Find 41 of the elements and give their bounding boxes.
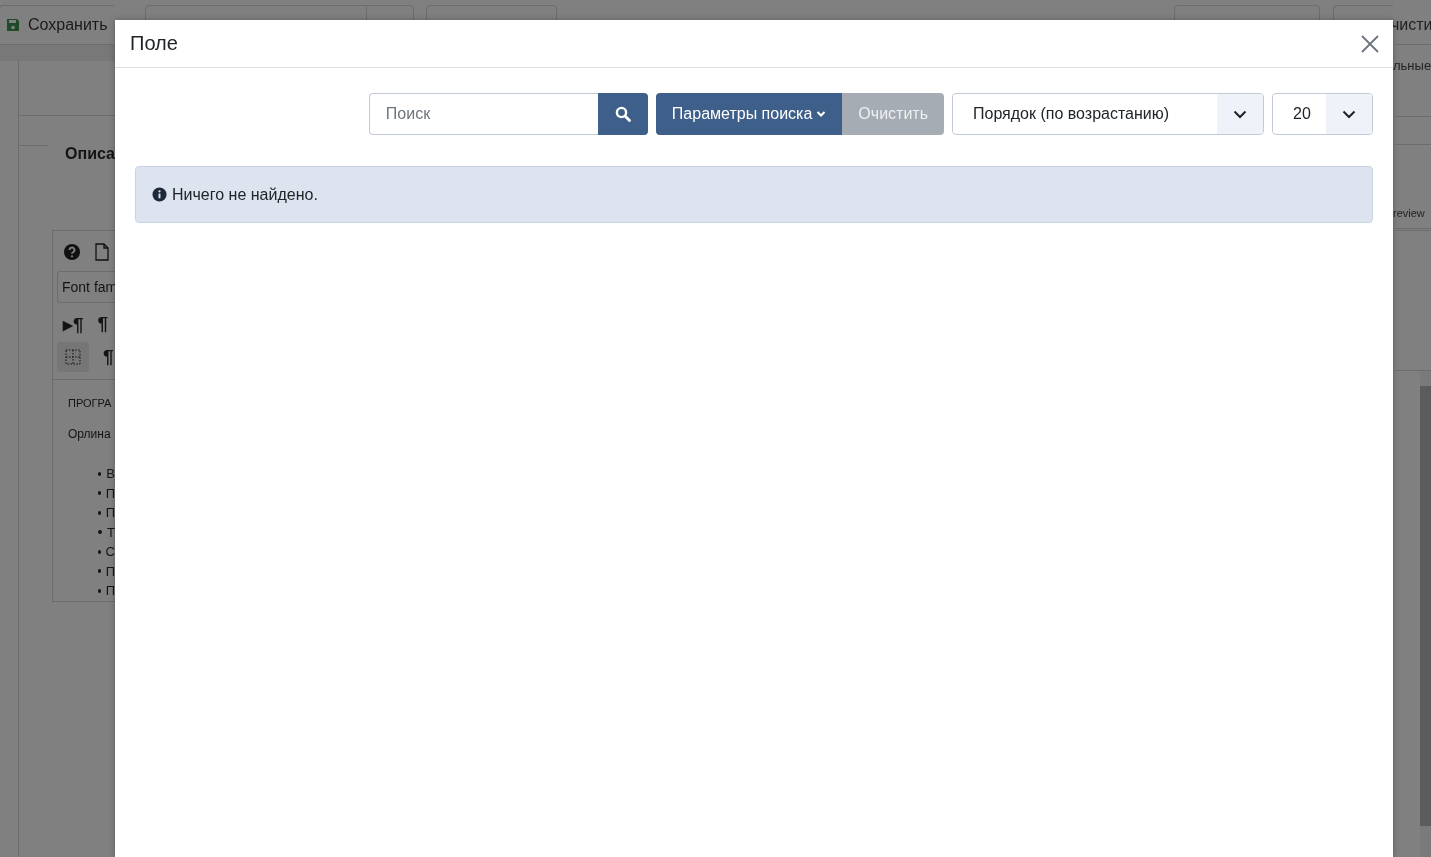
paragraph-direction-button[interactable]: ¶ (97, 313, 109, 335)
paragraph-direction-button[interactable]: ▸¶ (63, 312, 84, 336)
tab-label[interactable]: льные (1393, 58, 1431, 73)
alert-message: Ничего не найдено. (172, 185, 318, 204)
bullet (98, 471, 102, 476)
chevron-down-icon (1233, 109, 1247, 119)
list-item-text: П (105, 563, 115, 579)
table-icon (65, 349, 81, 365)
list-item-text: С (105, 544, 115, 560)
bullet (98, 588, 101, 593)
editor-paragraph: Орлина (68, 427, 112, 441)
close-icon[interactable] (1361, 34, 1379, 53)
list-item-text: П (105, 505, 115, 521)
section-legend: Описа (65, 145, 115, 163)
chevron-down-icon (1342, 109, 1356, 119)
editor-paragraph: ПРОГРА (68, 397, 113, 409)
bullet (98, 491, 101, 496)
list-item-text: П (105, 485, 115, 501)
search-field[interactable]: Поиск (368, 93, 598, 135)
paragraph-button[interactable]: ¶ (103, 346, 114, 368)
search-icon (614, 106, 631, 122)
scrollbar[interactable] (1420, 371, 1431, 857)
help-icon (63, 243, 81, 261)
search-button[interactable] (597, 93, 648, 135)
save-button[interactable]: Сохранить (0, 5, 114, 45)
bullet (98, 569, 101, 574)
document-icon (95, 243, 109, 261)
bullet (98, 530, 102, 535)
list-item-text: П (105, 583, 115, 599)
preview-tab[interactable]: review (1393, 207, 1425, 219)
bullet (98, 549, 101, 554)
limit-select[interactable]: 20 (1272, 93, 1373, 135)
table-button[interactable] (57, 342, 89, 372)
chevron-down-icon (816, 110, 827, 118)
search-options-button[interactable]: Параметры поиска (655, 93, 843, 135)
dialog-title: Поле (130, 32, 178, 55)
ordering-select[interactable]: Порядок (по возрастанию) (952, 93, 1264, 135)
list-item-text: В (106, 466, 115, 482)
bullet (98, 510, 101, 515)
info-icon (152, 187, 167, 202)
list-item-text: Т (107, 524, 115, 540)
